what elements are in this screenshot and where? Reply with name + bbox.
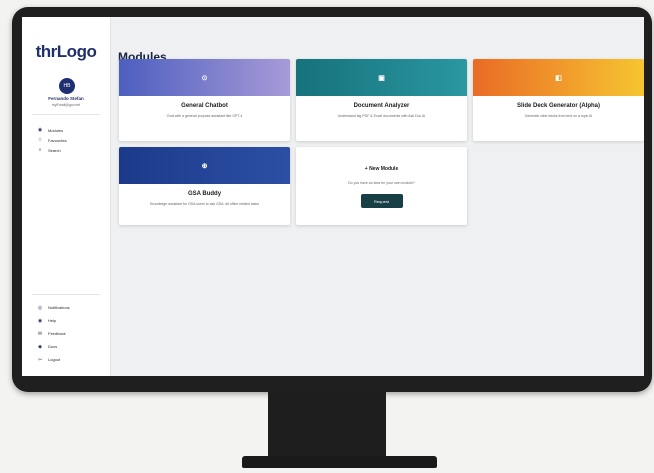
module-title: GSA Buddy: [187, 191, 222, 197]
sidebar-item-label: Feedback: [48, 331, 66, 336]
user-name: Fernando Stefan: [48, 96, 84, 101]
monitor-foot: [242, 456, 437, 468]
module-banner: ◧: [473, 59, 644, 96]
request-button[interactable]: Request: [360, 194, 403, 208]
sidebar: thrLogo HB Fernando Stefan myEmail@gov.n…: [22, 17, 111, 376]
document-icon: ▣: [378, 74, 385, 82]
module-title: General Chatbot: [181, 103, 228, 109]
sidebar-item-feedback[interactable]: ✉ Feedback: [36, 327, 70, 340]
bell-icon: ◎: [37, 304, 43, 311]
sidebar-item-label: Search: [48, 147, 61, 153]
modules-icon: ◉: [37, 127, 43, 133]
sidebar-item-docs[interactable]: ◆ Docs: [36, 340, 70, 353]
sidebar-item-notifications[interactable]: ◎ Notifications: [36, 301, 70, 314]
logout-icon: ⇦: [37, 356, 43, 363]
module-banner: ⊙: [119, 59, 290, 96]
avatar[interactable]: HB: [59, 78, 75, 94]
monitor-bezel: thrLogo HB Fernando Stefan myEmail@gov.n…: [12, 7, 652, 392]
sidebar-item-label: Favourites: [48, 137, 67, 143]
module-banner: ⊕: [119, 147, 290, 184]
primary-nav: ◉ Modules ☆ Favourites ⌕ Search: [36, 125, 67, 155]
module-description: Understand big PDF & Excel documents wit…: [337, 114, 426, 118]
module-card-document-analyzer[interactable]: ▣ Document Analyzer Understand big PDF &…: [296, 59, 467, 141]
sidebar-item-help[interactable]: ◉ Help: [36, 314, 70, 327]
sidebar-item-label: Help: [48, 318, 57, 323]
new-module-title: + New Module: [296, 166, 467, 172]
module-card-general-chatbot[interactable]: ⊙ General Chatbot Chat with a general pu…: [119, 59, 290, 141]
module-title: Slide Deck Generator (Alpha): [516, 103, 601, 109]
brand-logo[interactable]: thrLogo: [22, 42, 110, 62]
sidebar-item-favourites[interactable]: ☆ Favourites: [36, 135, 67, 145]
sidebar-item-label: Docs: [48, 344, 58, 349]
module-title: Document Analyzer: [353, 103, 410, 109]
new-module-description: Do you have an idea for your own module?: [348, 181, 415, 185]
slides-icon: ◧: [555, 74, 562, 82]
module-description: Chat with a general purpose assistant li…: [166, 114, 243, 118]
new-module-title-text: New Module: [369, 166, 399, 172]
docs-icon: ◆: [38, 343, 42, 350]
buddy-icon: ⊕: [201, 162, 208, 170]
favorites-icon: ☆: [37, 137, 43, 143]
sidebar-divider: [32, 294, 100, 295]
module-description: Generate slide decks from text on a topi…: [524, 114, 593, 118]
search-icon: ⌕: [38, 147, 42, 153]
secondary-nav: ◎ Notifications ◉ Help ✉ Feedback ◆ Docs…: [36, 301, 70, 366]
module-description: Knowledge assistant for GSA users to ask…: [149, 202, 260, 206]
main-content: Modules ⊙ General Chatbot Chat with a ge…: [111, 17, 644, 376]
module-card-slide-deck-generator[interactable]: ◧ Slide Deck Generator (Alpha) Generate …: [473, 59, 644, 141]
sidebar-item-label: Modules: [48, 127, 64, 133]
app-screen: thrLogo HB Fernando Stefan myEmail@gov.n…: [22, 17, 644, 376]
help-icon: ◉: [37, 317, 43, 324]
new-module-card: + New Module Do you have an idea for you…: [296, 147, 467, 225]
sidebar-item-search[interactable]: ⌕ Search: [36, 145, 67, 155]
sidebar-item-label: Notifications: [48, 305, 70, 310]
sidebar-item-logout[interactable]: ⇦ Logout: [36, 353, 70, 366]
sidebar-item-modules[interactable]: ◉ Modules: [36, 125, 67, 135]
feedback-icon: ✉: [37, 330, 43, 337]
chat-icon: ⊙: [201, 74, 208, 82]
sidebar-item-label: Logout: [48, 357, 61, 362]
user-email: myEmail@gov.net: [51, 103, 81, 107]
sidebar-divider: [32, 114, 100, 115]
monitor-stand: [268, 390, 386, 458]
module-banner: ▣: [296, 59, 467, 96]
module-card-gsa-buddy[interactable]: ⊕ GSA Buddy Knowledge assistant for GSA …: [119, 147, 290, 225]
